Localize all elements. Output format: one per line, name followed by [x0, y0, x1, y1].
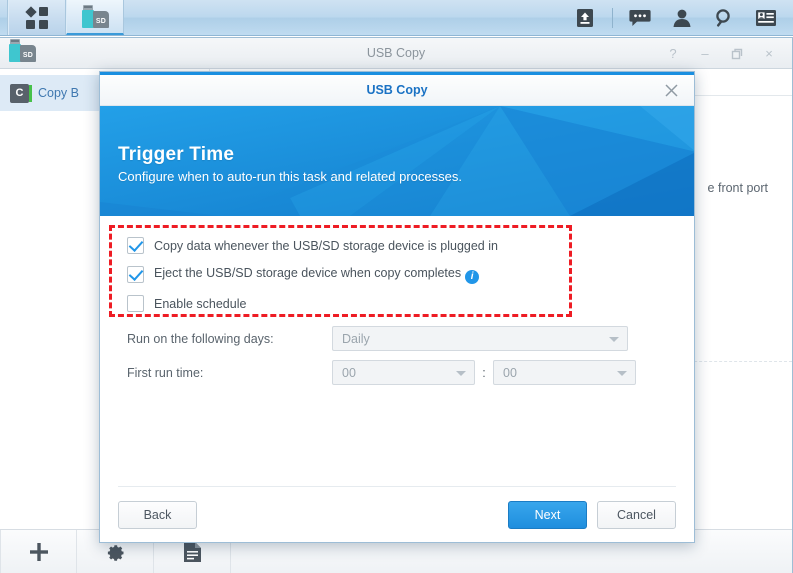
- dialog-footer: Back Next Cancel: [118, 486, 676, 542]
- taskbar-main-menu-tab[interactable]: [8, 0, 66, 35]
- eject-on-complete-checkbox[interactable]: [127, 266, 144, 283]
- banner-subtitle: Configure when to auto-run this task and…: [118, 169, 462, 184]
- chevron-down-icon: [456, 370, 466, 376]
- banner-heading: Trigger Time: [118, 144, 235, 165]
- enable-schedule-label: Enable schedule: [154, 296, 247, 311]
- dialog-banner: Trigger Time Configure when to auto-run …: [100, 106, 694, 216]
- chat-icon[interactable]: [619, 0, 661, 36]
- time-separator: :: [482, 365, 486, 380]
- window-maximize-button[interactable]: [722, 38, 752, 69]
- run-days-value: Daily: [342, 331, 370, 346]
- window-close-button[interactable]: ×: [754, 38, 784, 69]
- taskbar-usb-copy-tab[interactable]: SD: [66, 0, 124, 35]
- chevron-down-icon: [617, 370, 627, 376]
- tray-separator: [612, 7, 613, 28]
- trigger-time-dialog: USB Copy Trigger Time Configure when to …: [99, 71, 695, 543]
- first-run-minute-select[interactable]: 00: [493, 360, 636, 385]
- taskbar-tray: [564, 0, 793, 35]
- field-row-first-run-time: First run time: 00 : 00: [127, 360, 676, 385]
- add-task-button[interactable]: [0, 530, 77, 573]
- copy-task-icon: C: [10, 83, 32, 103]
- taskbar-edge: [0, 0, 8, 35]
- first-run-hour-value: 00: [342, 365, 356, 380]
- first-run-minute-value: 00: [503, 365, 517, 380]
- run-days-label: Run on the following days:: [127, 331, 274, 346]
- task-item-label: Copy B: [38, 86, 79, 100]
- run-days-select[interactable]: Daily: [332, 326, 628, 351]
- enable-schedule-checkbox[interactable]: [127, 295, 144, 312]
- window-help-button[interactable]: ?: [658, 38, 688, 69]
- next-button[interactable]: Next: [508, 500, 587, 529]
- upload-icon[interactable]: [564, 0, 606, 36]
- chevron-down-icon: [609, 336, 619, 342]
- dialog-close-button[interactable]: [654, 75, 688, 106]
- window-title-bar: SD USB Copy ? – ×: [0, 38, 792, 69]
- checkbox-row-copy-on-plug[interactable]: Copy data whenever the USB/SD storage de…: [127, 232, 676, 259]
- first-run-time-label: First run time:: [127, 365, 204, 380]
- desktop-taskbar: SD: [0, 0, 793, 36]
- dialog-title-bar: USB Copy: [100, 75, 694, 106]
- detail-text: e front port: [707, 181, 768, 195]
- banner-text: Trigger Time Configure when to auto-run …: [118, 144, 462, 184]
- usb-sd-icon: SD: [81, 4, 109, 29]
- screen: SD SD USB Copy ? – × C Copy B e front po…: [0, 0, 793, 573]
- window-minimize-button[interactable]: –: [690, 38, 720, 69]
- checkbox-row-eject-on-complete[interactable]: Eject the USB/SD storage device when cop…: [127, 261, 676, 288]
- back-button[interactable]: Back: [118, 500, 197, 529]
- eject-on-complete-label: Eject the USB/SD storage device when cop…: [154, 266, 480, 284]
- cancel-button[interactable]: Cancel: [597, 500, 676, 529]
- info-icon[interactable]: i: [465, 269, 480, 284]
- field-row-run-days: Run on the following days: Daily: [127, 326, 676, 351]
- user-icon[interactable]: [661, 0, 703, 36]
- first-run-hour-select[interactable]: 00: [332, 360, 475, 385]
- search-icon[interactable]: [703, 0, 745, 36]
- dialog-footer-right: Next Cancel: [508, 500, 676, 529]
- dialog-title: USB Copy: [366, 83, 428, 97]
- notifications-icon[interactable]: [745, 0, 787, 36]
- copy-on-plug-checkbox[interactable]: [127, 237, 144, 254]
- window-controls: ? – ×: [658, 38, 784, 69]
- checkbox-row-enable-schedule[interactable]: Enable schedule: [127, 290, 676, 317]
- grid-icon: [25, 5, 48, 29]
- dialog-body: Copy data whenever the USB/SD storage de…: [100, 216, 694, 486]
- copy-on-plug-label: Copy data whenever the USB/SD storage de…: [154, 238, 498, 253]
- taskbar-spacer: [124, 0, 564, 35]
